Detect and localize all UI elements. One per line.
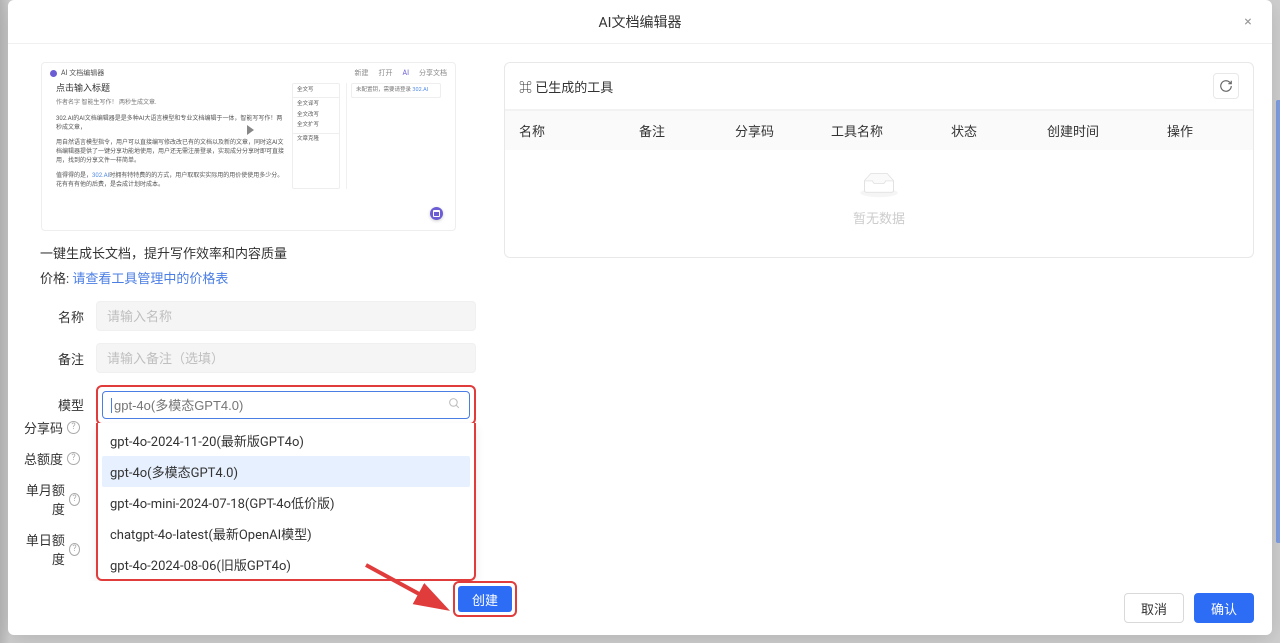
row-sharecode: 分享码? (22, 418, 472, 437)
modal-body: AI 文档编辑器 新建 打开 AI 分享文档 点击输入标题 作者名字 智能生写作… (8, 44, 1272, 581)
preview-nav: 新建 打开 AI 分享文档 (355, 69, 447, 79)
empty-state: 暂无数据 (505, 150, 1253, 257)
label-quota-total: 总额度? (22, 449, 92, 468)
row-quota-month: 单月额度? (22, 480, 472, 518)
name-input[interactable] (96, 301, 476, 331)
generated-title: ⌘ 已生成的工具 (519, 77, 613, 96)
row-quota-total: 总额度? (22, 449, 472, 468)
help-icon[interactable]: ? (67, 421, 80, 434)
reload-button[interactable] (1213, 73, 1239, 99)
empty-text: 暂无数据 (505, 208, 1253, 227)
preview-side-card: 未配置钥，需要请登录 302.AI (351, 83, 441, 99)
th-remark: 备注 (639, 121, 735, 140)
help-icon[interactable]: ? (69, 493, 80, 506)
price-link[interactable]: 请查看工具管理中的价格表 (72, 272, 228, 287)
label-model: 模型 (26, 385, 96, 414)
label-remark: 备注 (26, 349, 96, 368)
preview-context-menu: 全文写 全文译写 全文改写 全文扩写 文章克隆 (292, 83, 340, 189)
generated-table: 名称 备注 分享码 工具名称 状态 创建时间 操作 暂无数据 (505, 110, 1253, 257)
right-column: ⌘ 已生成的工具 名称 备注 分享码 工具名称 状态 创建时间 操作 (504, 62, 1254, 581)
row-remark: 备注 (26, 343, 476, 373)
modal-header: AI文档编辑器 × (8, 0, 1272, 44)
right-accent (1276, 100, 1280, 543)
preview-app-name: AI 文档编辑器 (61, 69, 104, 79)
model-option[interactable]: gpt-4o-2024-05-13(旧版GPT4o) (102, 580, 470, 581)
modal-footer: 取消 确认 (8, 581, 1272, 635)
close-icon[interactable]: × (1238, 12, 1258, 32)
modal-dialog: AI文档编辑器 × AI 文档编辑器 新建 打开 AI 分享文档 (8, 0, 1272, 635)
generated-card: ⌘ 已生成的工具 名称 备注 分享码 工具名称 状态 创建时间 操作 (504, 62, 1254, 258)
cancel-button[interactable]: 取消 (1124, 593, 1184, 623)
help-icon[interactable]: ? (69, 543, 80, 556)
preview-paragraph-3: 值得得的是，302.AI时拥有特特费的的方式，用户取取实实际用的用价使使用多少分… (56, 171, 286, 189)
th-toolname: 工具名称 (831, 121, 951, 140)
left-column: AI 文档编辑器 新建 打开 AI 分享文档 点击输入标题 作者名字 智能生写作… (26, 62, 476, 581)
modal-title: AI文档编辑器 (599, 12, 682, 32)
generated-thead: 名称 备注 分享码 工具名称 状态 创建时间 操作 (505, 110, 1253, 150)
text-cursor (111, 398, 112, 413)
label-name: 名称 (26, 307, 96, 326)
preview-subtitle: 作者名字 智能生写作！ 两秒生成文章. (56, 99, 286, 107)
create-button[interactable]: 创建 (458, 586, 512, 612)
search-icon (448, 397, 461, 414)
create-button-highlight: 创建 (453, 581, 517, 617)
price-label: 价格: (40, 272, 69, 287)
th-operation: 操作 (1167, 121, 1239, 140)
play-icon (247, 125, 254, 135)
chat-float-icon (430, 207, 443, 220)
row-name: 名称 (26, 301, 476, 331)
generated-header: ⌘ 已生成的工具 (505, 63, 1253, 110)
row-quota-day: 单日额度? (22, 530, 472, 568)
th-status: 状态 (951, 121, 1047, 140)
remark-input[interactable] (96, 343, 476, 373)
preview-logo-icon (50, 70, 57, 77)
label-sharecode: 分享码? (22, 418, 92, 437)
reload-icon (1219, 79, 1233, 93)
th-name: 名称 (519, 121, 639, 140)
empty-icon (859, 170, 899, 200)
confirm-button[interactable]: 确认 (1194, 593, 1254, 623)
preview-paragraph-2: 用自然语言模型指令，用户可以直接编写修改改已有的文档以及新的文章，同时这AI文档… (56, 138, 286, 165)
model-search-input[interactable] (114, 398, 448, 413)
help-icon[interactable]: ? (67, 452, 80, 465)
label-quota-month: 单月额度? (22, 480, 92, 518)
model-combobox[interactable] (102, 391, 470, 419)
th-sharecode: 分享码 (735, 121, 831, 140)
tool-preview: AI 文档编辑器 新建 打开 AI 分享文档 点击输入标题 作者名字 智能生写作… (41, 62, 456, 231)
preview-title: 点击输入标题 (56, 83, 286, 96)
tool-description: 一键生成长文档，提升写作效率和内容质量 (26, 243, 476, 262)
price-line: 价格: 请查看工具管理中的价格表 (26, 268, 476, 287)
label-quota-day: 单日额度? (22, 530, 92, 568)
th-createtime: 创建时间 (1047, 121, 1167, 140)
